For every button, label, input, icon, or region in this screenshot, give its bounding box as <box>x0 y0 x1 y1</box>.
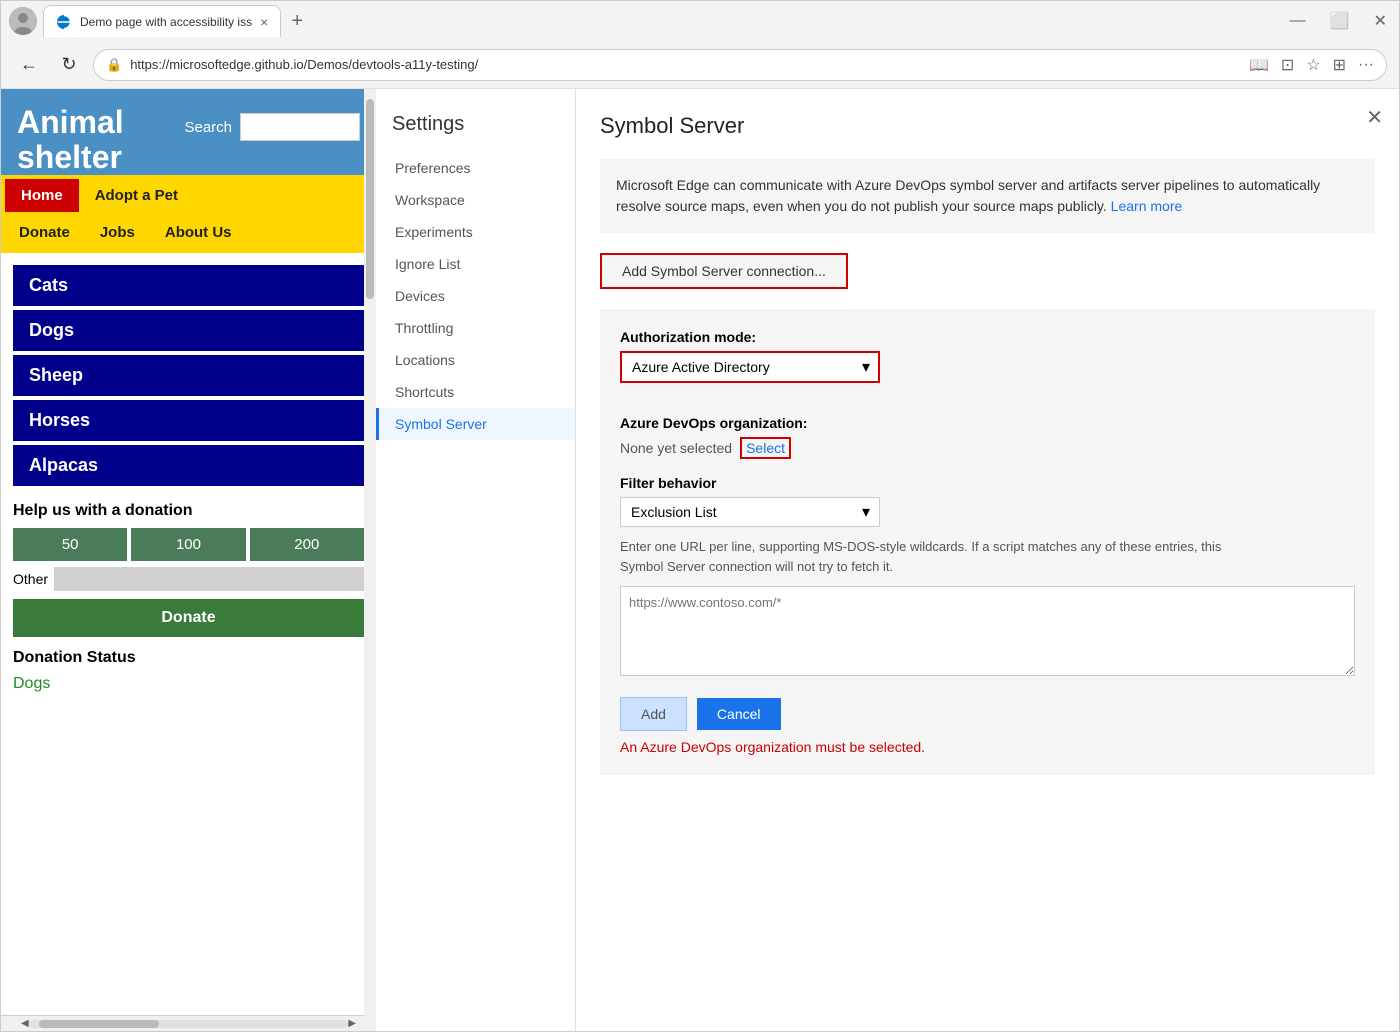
donation-amounts: 50 100 200 <box>13 528 364 561</box>
back-icon: ← <box>20 54 38 75</box>
site-nav: Home Adopt a Pet <box>1 175 376 216</box>
h-scroll-track[interactable] <box>29 1020 349 1028</box>
form-section: Authorization mode: Azure Active Directo… <box>600 309 1375 775</box>
refresh-button[interactable]: ↻ <box>53 49 85 81</box>
scrollbar-thumb[interactable] <box>366 99 374 299</box>
h-scroll-thumb[interactable] <box>39 1020 159 1028</box>
panel-close-button[interactable]: ✕ <box>1366 105 1383 130</box>
url-filter-textarea[interactable] <box>620 586 1355 676</box>
animal-item-horses[interactable]: Horses <box>13 400 364 441</box>
info-box: Microsoft Edge can communicate with Azur… <box>600 159 1375 233</box>
new-tab-button[interactable]: + <box>281 5 313 37</box>
donation-status-title: Donation Status <box>13 649 364 667</box>
filter-behavior-select[interactable]: Exclusion List Inclusion List <box>620 497 880 527</box>
settings-item-throttling[interactable]: Throttling <box>376 312 575 344</box>
nav-jobs[interactable]: Jobs <box>86 216 149 249</box>
more-tools-icon[interactable]: ··· <box>1358 56 1374 74</box>
learn-more-link[interactable]: Learn more <box>1111 198 1183 214</box>
site-body: Cats Dogs Sheep Horses Alpacas Help us w… <box>1 253 376 1015</box>
filter-select-wrapper: Exclusion List Inclusion List <box>620 497 880 527</box>
settings-item-locations[interactable]: Locations <box>376 344 575 376</box>
amount-50-button[interactable]: 50 <box>13 528 127 561</box>
site-title: Animal shelter <box>17 105 124 175</box>
other-label: Other <box>13 571 48 587</box>
site-header: Animal shelter Search <box>1 89 376 175</box>
tab-title: Demo page with accessibility iss <box>80 15 252 29</box>
panel-title: Symbol Server <box>600 113 1375 139</box>
settings-item-experiments[interactable]: Experiments <box>376 216 575 248</box>
settings-item-shortcuts[interactable]: Shortcuts <box>376 376 575 408</box>
donation-section: Help us with a donation 50 100 200 Other… <box>13 502 364 637</box>
address-bar[interactable]: 🔒 https://microsoftedge.github.io/Demos/… <box>93 49 1387 81</box>
scroll-right-arrow[interactable]: ▶ <box>348 1018 356 1029</box>
animal-list: Cats Dogs Sheep Horses Alpacas <box>13 265 364 486</box>
favorites-icon[interactable]: ☆ <box>1306 55 1320 75</box>
select-org-link[interactable]: Select <box>740 437 791 459</box>
donation-status-section: Donation Status Dogs <box>13 649 364 693</box>
tab-close-button[interactable]: × <box>260 15 268 29</box>
org-value: None yet selected <box>620 440 732 456</box>
amount-100-button[interactable]: 100 <box>131 528 245 561</box>
auth-mode-group: Authorization mode: Azure Active Directo… <box>620 329 1355 399</box>
add-connection-button[interactable]: Add Symbol Server connection... <box>600 253 848 289</box>
add-button[interactable]: Add <box>620 697 687 731</box>
settings-sidebar: Settings Preferences Workspace Experimen… <box>376 89 576 1031</box>
tab-favicon <box>56 14 72 30</box>
search-input[interactable] <box>240 113 360 141</box>
site-nav-row2: Donate Jobs About Us <box>1 216 376 253</box>
org-group: Azure DevOps organization: None yet sele… <box>620 415 1355 459</box>
collections-icon[interactable]: ⊞ <box>1333 55 1346 75</box>
split-screen-icon[interactable]: ⊡ <box>1281 55 1294 75</box>
settings-item-ignore-list[interactable]: Ignore List <box>376 248 575 280</box>
symbol-server-panel: ✕ Symbol Server Microsoft Edge can commu… <box>576 89 1399 1031</box>
settings-sidebar-title: Settings <box>376 105 575 152</box>
settings-item-devices[interactable]: Devices <box>376 280 575 312</box>
back-button[interactable]: ← <box>13 49 45 81</box>
vertical-scrollbar[interactable] <box>364 89 376 1031</box>
horizontal-scrollbar[interactable]: ◀ ▶ <box>1 1015 376 1031</box>
org-row: None yet selected Select <box>620 437 1355 459</box>
form-actions: Add Cancel <box>620 697 1355 731</box>
user-avatar[interactable] <box>9 7 37 35</box>
animal-item-dogs[interactable]: Dogs <box>13 310 364 351</box>
animal-item-sheep[interactable]: Sheep <box>13 355 364 396</box>
error-message: An Azure DevOps organization must be sel… <box>620 739 1355 755</box>
nav-about[interactable]: About Us <box>151 216 246 249</box>
nav-home[interactable]: Home <box>5 179 79 212</box>
auth-select-wrapper: Azure Active Directory Personal Access T… <box>620 351 880 383</box>
donation-status-value: Dogs <box>13 675 364 693</box>
animal-item-cats[interactable]: Cats <box>13 265 364 306</box>
lock-icon: 🔒 <box>106 57 122 73</box>
auth-label: Authorization mode: <box>620 329 1355 345</box>
url-text: https://microsoftedge.github.io/Demos/de… <box>130 57 478 72</box>
settings-item-preferences[interactable]: Preferences <box>376 152 575 184</box>
nav-adopt[interactable]: Adopt a Pet <box>81 179 192 212</box>
minimize-button[interactable]: — <box>1286 12 1310 30</box>
filter-description: Enter one URL per line, supporting MS-DO… <box>620 537 1260 576</box>
reader-mode-icon[interactable]: 📖 <box>1249 55 1269 75</box>
browser-tab[interactable]: Demo page with accessibility iss × <box>43 5 281 37</box>
animal-item-alpacas[interactable]: Alpacas <box>13 445 364 486</box>
other-amount-row: Other <box>13 567 364 591</box>
donation-title: Help us with a donation <box>13 502 364 520</box>
other-input[interactable] <box>54 567 364 591</box>
auth-mode-select[interactable]: Azure Active Directory Personal Access T… <box>620 351 880 383</box>
search-label: Search <box>184 119 232 136</box>
donate-button[interactable]: Donate <box>13 599 364 637</box>
settings-item-symbol-server[interactable]: Symbol Server <box>376 408 575 440</box>
maximize-button[interactable]: ⬜ <box>1326 11 1354 31</box>
cancel-button[interactable]: Cancel <box>697 698 781 730</box>
nav-donate[interactable]: Donate <box>5 216 84 249</box>
settings-item-workspace[interactable]: Workspace <box>376 184 575 216</box>
filter-label: Filter behavior <box>620 475 1355 491</box>
close-window-button[interactable]: ✕ <box>1370 11 1391 31</box>
refresh-icon: ↻ <box>61 54 76 75</box>
org-label: Azure DevOps organization: <box>620 415 1355 431</box>
amount-200-button[interactable]: 200 <box>250 528 364 561</box>
filter-group: Filter behavior Exclusion List Inclusion… <box>620 475 1355 681</box>
scroll-left-arrow[interactable]: ◀ <box>21 1018 29 1029</box>
